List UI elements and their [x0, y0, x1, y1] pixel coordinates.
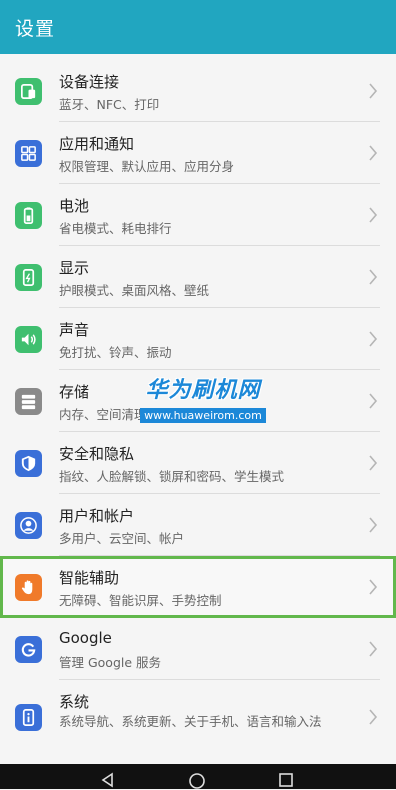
chevron-right-icon: [369, 207, 378, 223]
settings-item-device-connection[interactable]: 设备连接 蓝牙、NFC、打印: [0, 60, 396, 122]
item-subtitle: 多用户、云空间、帐户: [59, 531, 185, 546]
settings-item-users[interactable]: 用户和帐户 多用户、云空间、帐户: [0, 494, 396, 556]
navigation-bar: [0, 764, 396, 789]
item-subtitle: 系统导航、系统更新、关于手机、语言和输入法: [59, 714, 322, 729]
settings-item-sound[interactable]: 声音 免打扰、铃声、振动: [0, 308, 396, 370]
chevron-right-icon: [369, 145, 378, 161]
settings-item-security[interactable]: 安全和隐私 指纹、人脸解锁、锁屏和密码、学生模式: [0, 432, 396, 494]
item-label: 声音: [59, 321, 90, 339]
item-subtitle: 免打扰、铃声、振动: [59, 345, 172, 360]
chevron-right-icon: [369, 269, 378, 285]
settings-item-battery[interactable]: 电池 省电模式、耗电排行: [0, 184, 396, 246]
google-icon: [15, 636, 42, 663]
item-subtitle: 权限管理、默认应用、应用分身: [59, 159, 235, 174]
item-subtitle: 蓝牙、NFC、打印: [59, 97, 160, 112]
item-label: 用户和帐户: [59, 507, 135, 525]
battery-icon: [15, 202, 42, 229]
settings-item-display[interactable]: 显示 护眼模式、桌面风格、壁纸: [0, 246, 396, 308]
display-icon: [15, 264, 42, 291]
item-label: 应用和通知: [59, 135, 135, 153]
item-label: Google: [59, 629, 112, 647]
chevron-right-icon: [369, 455, 378, 471]
apps-grid-icon: [15, 140, 42, 167]
device-connection-icon: [15, 78, 42, 105]
item-label: 安全和隐私: [59, 445, 135, 463]
chevron-right-icon: [369, 641, 378, 657]
settings-list: 设备连接 蓝牙、NFC、打印 应用和通知 权限管理、默认应用、应用分身 电池 省…: [0, 60, 396, 764]
item-label: 存储: [59, 383, 90, 401]
item-subtitle: 无障碍、智能识屏、手势控制: [59, 593, 222, 608]
item-label: 显示: [59, 259, 90, 277]
storage-icon: [15, 388, 42, 415]
speaker-icon: [15, 326, 42, 353]
user-icon: [15, 512, 42, 539]
settings-item-storage[interactable]: 存储 内存、空间清理: [0, 370, 396, 432]
shield-icon: [15, 450, 42, 477]
item-label: 电池: [59, 197, 90, 215]
item-label: 设备连接: [59, 73, 120, 91]
home-icon[interactable]: [188, 772, 206, 790]
settings-item-google[interactable]: Google 管理 Google 服务: [0, 618, 396, 680]
settings-item-smart-assist[interactable]: 智能辅助 无障碍、智能识屏、手势控制: [0, 556, 396, 618]
item-subtitle: 内存、空间清理: [59, 407, 147, 422]
settings-item-system[interactable]: 系统 系统导航、系统更新、关于手机、语言和输入法: [0, 680, 396, 756]
back-icon[interactable]: [100, 772, 116, 788]
item-subtitle: 指纹、人脸解锁、锁屏和密码、学生模式: [59, 469, 285, 484]
chevron-right-icon: [369, 709, 378, 725]
item-subtitle: 管理 Google 服务: [59, 655, 162, 670]
chevron-right-icon: [369, 579, 378, 595]
app-bar: 设置: [0, 0, 396, 54]
item-subtitle: 护眼模式、桌面风格、壁纸: [59, 283, 210, 298]
settings-item-apps[interactable]: 应用和通知 权限管理、默认应用、应用分身: [0, 122, 396, 184]
page-title: 设置: [15, 18, 56, 40]
chevron-right-icon: [369, 331, 378, 347]
chevron-right-icon: [369, 83, 378, 99]
chevron-right-icon: [369, 517, 378, 533]
recents-icon[interactable]: [278, 772, 294, 788]
item-subtitle: 省电模式、耗电排行: [59, 221, 172, 236]
hand-icon: [15, 574, 42, 601]
item-label: 系统: [59, 693, 90, 711]
item-label: 智能辅助: [59, 569, 120, 587]
system-info-icon: [15, 704, 42, 731]
chevron-right-icon: [369, 393, 378, 409]
